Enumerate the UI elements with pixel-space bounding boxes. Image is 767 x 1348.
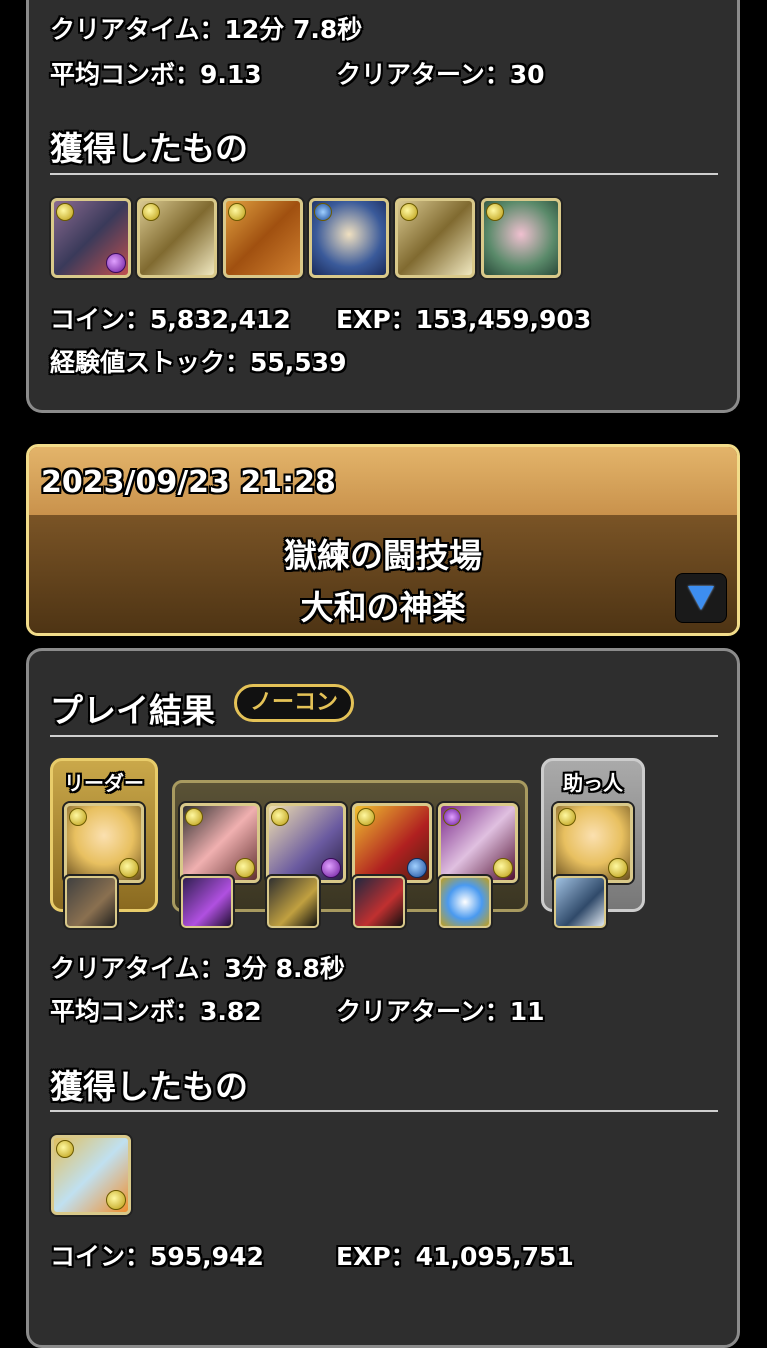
monster-icon-angel-trumpet[interactable] [395, 198, 475, 278]
monster-icon-golden-dragon[interactable] [223, 198, 303, 278]
average-combo: 平均コンボ：3.82 [50, 997, 262, 1026]
team-monster-icon-2[interactable] [266, 803, 346, 883]
dungeon-history-header[interactable]: 2023/09/23 21:28 獄練の闘技場 大和の神楽 [26, 444, 740, 636]
play-datetime: 2023/09/23 21:28 [41, 465, 336, 500]
divider [50, 173, 718, 175]
assist-icon-3[interactable] [353, 876, 405, 928]
assist-icon-helper[interactable] [554, 876, 606, 928]
exp-stock: 経験値ストック：55,539 [50, 348, 347, 377]
dungeon-name: 獄練の闘技場 [284, 536, 482, 575]
monster-icon-blue-orb-hero[interactable] [309, 198, 389, 278]
expand-button[interactable] [675, 573, 727, 623]
monster-icon-multicolor-dragon[interactable] [51, 198, 131, 278]
team-monster-icon-3[interactable] [352, 803, 432, 883]
floor-name: 大和の神楽 [300, 588, 466, 627]
obtained-title: 獲得したもの [50, 1067, 248, 1106]
clear-time: クリアタイム：3分 8.8秒 [50, 954, 345, 983]
assist-icon-4[interactable] [439, 876, 491, 928]
team-monster-icon-1[interactable] [180, 803, 260, 883]
triangle-down-icon [688, 586, 714, 610]
divider [50, 735, 718, 737]
exp: EXP：153,459,903 [336, 305, 592, 334]
clear-time: クリアタイム：12分 7.8秒 [50, 15, 363, 44]
clear-turns: クリアターン：11 [336, 997, 545, 1026]
average-combo: 平均コンボ：9.13 [50, 60, 262, 89]
helper-label: 助っ人 [563, 771, 623, 795]
monster-icon-pink-orb-girl[interactable] [481, 198, 561, 278]
play-result-title: プレイ結果 [50, 691, 215, 730]
clear-turns: クリアターン：30 [336, 60, 545, 89]
obtained-monster-icon[interactable] [51, 1135, 131, 1215]
team-monster-icon-4[interactable] [438, 803, 518, 883]
assist-icon-2[interactable] [267, 876, 319, 928]
monster-icon-angel-trumpet[interactable] [137, 198, 217, 278]
leader-label: リーダー [64, 771, 144, 795]
helper-monster-icon[interactable] [553, 803, 633, 883]
coins: コイン：5,832,412 [50, 305, 291, 334]
leader-monster-icon[interactable] [64, 803, 144, 883]
no-continue-badge: ノーコン [234, 684, 354, 722]
assist-icon-leader[interactable] [65, 876, 117, 928]
divider [50, 1110, 718, 1112]
obtained-title: 獲得したもの [50, 129, 248, 168]
assist-icon-1[interactable] [181, 876, 233, 928]
coins: コイン：595,942 [50, 1242, 264, 1271]
exp: EXP：41,095,751 [336, 1242, 574, 1271]
